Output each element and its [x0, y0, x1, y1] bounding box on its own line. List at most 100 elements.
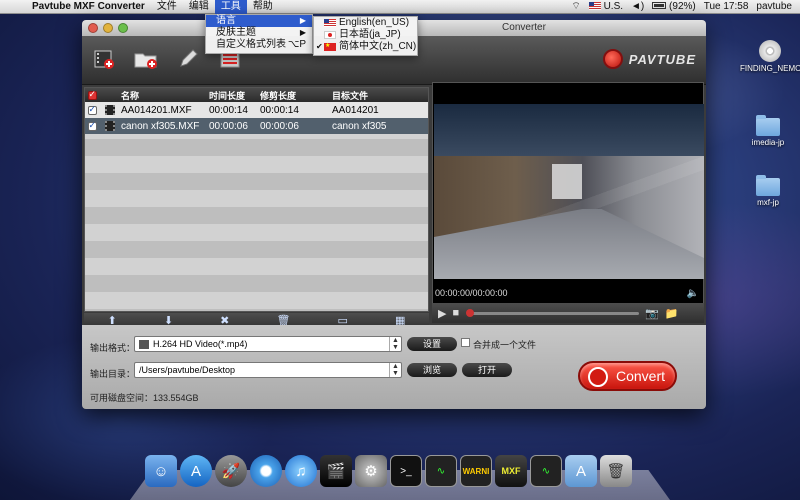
header-name[interactable]: 名称	[121, 89, 209, 102]
folder-icon	[756, 175, 780, 196]
applications-folder-icon[interactable]: A	[565, 455, 597, 487]
final-cut-icon[interactable]: 🎬	[320, 455, 352, 487]
dock: ☺ A 🚀 ✦ ♫ 🎬 ⚙ >_ ∿ WARNI MXF ∿ A 🗑	[145, 455, 632, 487]
app-window: Converter PAVTUBE 名称 时间长度 修剪长度 目标文件	[82, 20, 706, 409]
desktop-icon-label: imedia-jp	[751, 138, 785, 147]
wifi-icon[interactable]: ⌔	[571, 0, 580, 13]
checkmark-icon: ✔	[316, 42, 323, 51]
us-flag-icon	[588, 2, 601, 11]
terminal-icon[interactable]: >_	[390, 455, 422, 487]
speaker-icon[interactable]: 🔈	[687, 288, 699, 299]
table-row[interactable]: canon xf305.MXF 00:00:06 00:00:06 canon …	[85, 118, 428, 134]
seek-knob[interactable]	[466, 308, 475, 317]
console-icon-label: WARNI	[462, 466, 490, 476]
header-target[interactable]: 目标文件	[332, 89, 422, 102]
row-name: canon xf305.MXF	[121, 120, 200, 132]
launchpad-icon[interactable]: 🚀	[215, 455, 247, 487]
merge-checkbox[interactable]	[461, 338, 470, 347]
activity-monitor-icon[interactable]: ∿	[425, 455, 457, 487]
output-dir-label: 输出目录：	[90, 369, 136, 379]
language-submenu: English(en_US) 日本語(ja_JP) ✔ 简体中文(zh_CN)	[313, 16, 418, 56]
video-floor	[434, 209, 704, 279]
snapshot-icon[interactable]: 📷	[645, 307, 659, 320]
console-icon[interactable]: WARNI	[460, 455, 492, 487]
preview-time: 00:00:00/00:00:00	[435, 288, 508, 298]
row-checkbox[interactable]	[87, 104, 97, 115]
desktop-icon-finding-nemo[interactable]: FINDING_NEMO	[740, 40, 800, 73]
add-folder-button[interactable]	[134, 47, 158, 71]
language-label: 简体中文(zh_CN)	[339, 41, 417, 52]
row-target: AA014201	[332, 104, 379, 116]
desktop-icon-label: mxf-jp	[757, 198, 779, 207]
select-all-checkbox[interactable]	[87, 89, 97, 100]
safari-icon[interactable]: ✦	[250, 455, 282, 487]
menu-app-name[interactable]: Pavtube MXF Converter	[26, 0, 151, 14]
input-source-label: U.S.	[603, 1, 624, 12]
mxf-converter-icon[interactable]: MXF	[495, 455, 527, 487]
output-dir-field[interactable]: /Users/pavtube/Desktop ▲ ▼	[134, 362, 402, 378]
pavtube-logo: PAVTUBE	[602, 49, 696, 69]
menu-edit[interactable]: 编辑	[183, 0, 215, 14]
battery-indicator[interactable]: (92%)	[652, 1, 696, 12]
menu-item-language[interactable]: 语言 ▶	[206, 15, 312, 27]
browse-button[interactable]: 浏览	[407, 363, 457, 377]
row-checkbox-cell	[85, 104, 99, 115]
user-name[interactable]: pavtube	[756, 1, 792, 12]
folder-icon	[756, 115, 780, 136]
video-ceiling	[434, 104, 704, 156]
menu-tools[interactable]: 工具	[214, 0, 247, 14]
video-door	[552, 164, 582, 199]
menu-help[interactable]: 帮助	[247, 0, 279, 14]
open-button[interactable]: 打开	[462, 363, 512, 377]
menu-item-custom-format[interactable]: 自定义格式列表 ⌥P	[206, 39, 312, 51]
menu-bar: Pavtube MXF Converter 文件 编辑 工具 帮助 ⌔ U.S.…	[0, 0, 800, 14]
format-icon	[139, 340, 149, 350]
format-value: H.264 HD Video(*.mp4)	[153, 339, 248, 349]
settings-button[interactable]: 设置	[407, 337, 457, 351]
logo-icon	[602, 49, 623, 69]
row-icon-cell	[99, 121, 121, 131]
activity-monitor-icon[interactable]: ∿	[530, 455, 562, 487]
trash-icon[interactable]: 🗑	[600, 455, 632, 487]
play-icon[interactable]: ▶	[438, 307, 446, 320]
menu-file[interactable]: 文件	[151, 0, 183, 14]
stop-icon[interactable]: ■	[452, 307, 459, 319]
row-checkbox[interactable]	[87, 120, 97, 131]
desktop-icon-mxf-jp[interactable]: mxf-jp	[738, 175, 798, 207]
menu-item-label: 皮肤主题	[216, 27, 256, 38]
film-icon	[105, 121, 115, 131]
app-store-icon[interactable]: A	[180, 455, 212, 487]
open-folder-icon[interactable]: 📁	[665, 307, 679, 320]
row-trim: 00:00:06	[260, 120, 299, 132]
convert-button[interactable]: Convert	[578, 361, 677, 391]
header-duration[interactable]: 时间长度	[209, 89, 260, 102]
desktop-icon-imedia-jp[interactable]: imedia-jp	[738, 115, 798, 147]
header-trim[interactable]: 修剪长度	[260, 89, 332, 102]
finder-icon[interactable]: ☺	[145, 455, 177, 487]
row-name: AA014201.MXF	[121, 104, 192, 116]
add-video-button[interactable]	[92, 47, 116, 71]
system-preferences-icon[interactable]: ⚙	[355, 455, 387, 487]
volume-icon[interactable]: ◄)	[631, 1, 644, 12]
folder-add-icon	[134, 53, 157, 69]
video-preview: 00:00:00/00:00:00 🔈	[432, 82, 704, 322]
cd-icon	[759, 40, 781, 62]
table-row[interactable]: AA014201.MXF 00:00:14 00:00:14 AA014201	[85, 102, 428, 118]
menu-item-skin[interactable]: 皮肤主题 ▶	[206, 27, 312, 39]
itunes-icon[interactable]: ♫	[285, 455, 317, 487]
table-header: 名称 时间长度 修剪长度 目标文件	[85, 88, 428, 102]
format-select[interactable]: H.264 HD Video(*.mp4) ▲ ▼	[134, 336, 402, 352]
seek-bar[interactable]	[466, 308, 640, 317]
language-chinese[interactable]: ✔ 简体中文(zh_CN)	[314, 40, 417, 53]
playback-controls: ▶ ■ 📷 📁	[432, 303, 704, 323]
language-english[interactable]: English(en_US)	[314, 17, 417, 29]
output-dir-value: /Users/pavtube/Desktop	[139, 365, 236, 375]
clock[interactable]: Tue 17:58	[704, 1, 749, 12]
format-label: 输出格式：	[90, 343, 136, 353]
edit-button[interactable]	[176, 47, 200, 71]
row-trim: 00:00:14	[260, 104, 299, 116]
input-source[interactable]: U.S.	[588, 1, 624, 12]
tools-dropdown-menu: 语言 ▶ 皮肤主题 ▶ 自定义格式列表 ⌥P	[205, 14, 313, 54]
row-duration: 00:00:06	[209, 120, 248, 132]
cn-flag-icon	[324, 40, 336, 52]
